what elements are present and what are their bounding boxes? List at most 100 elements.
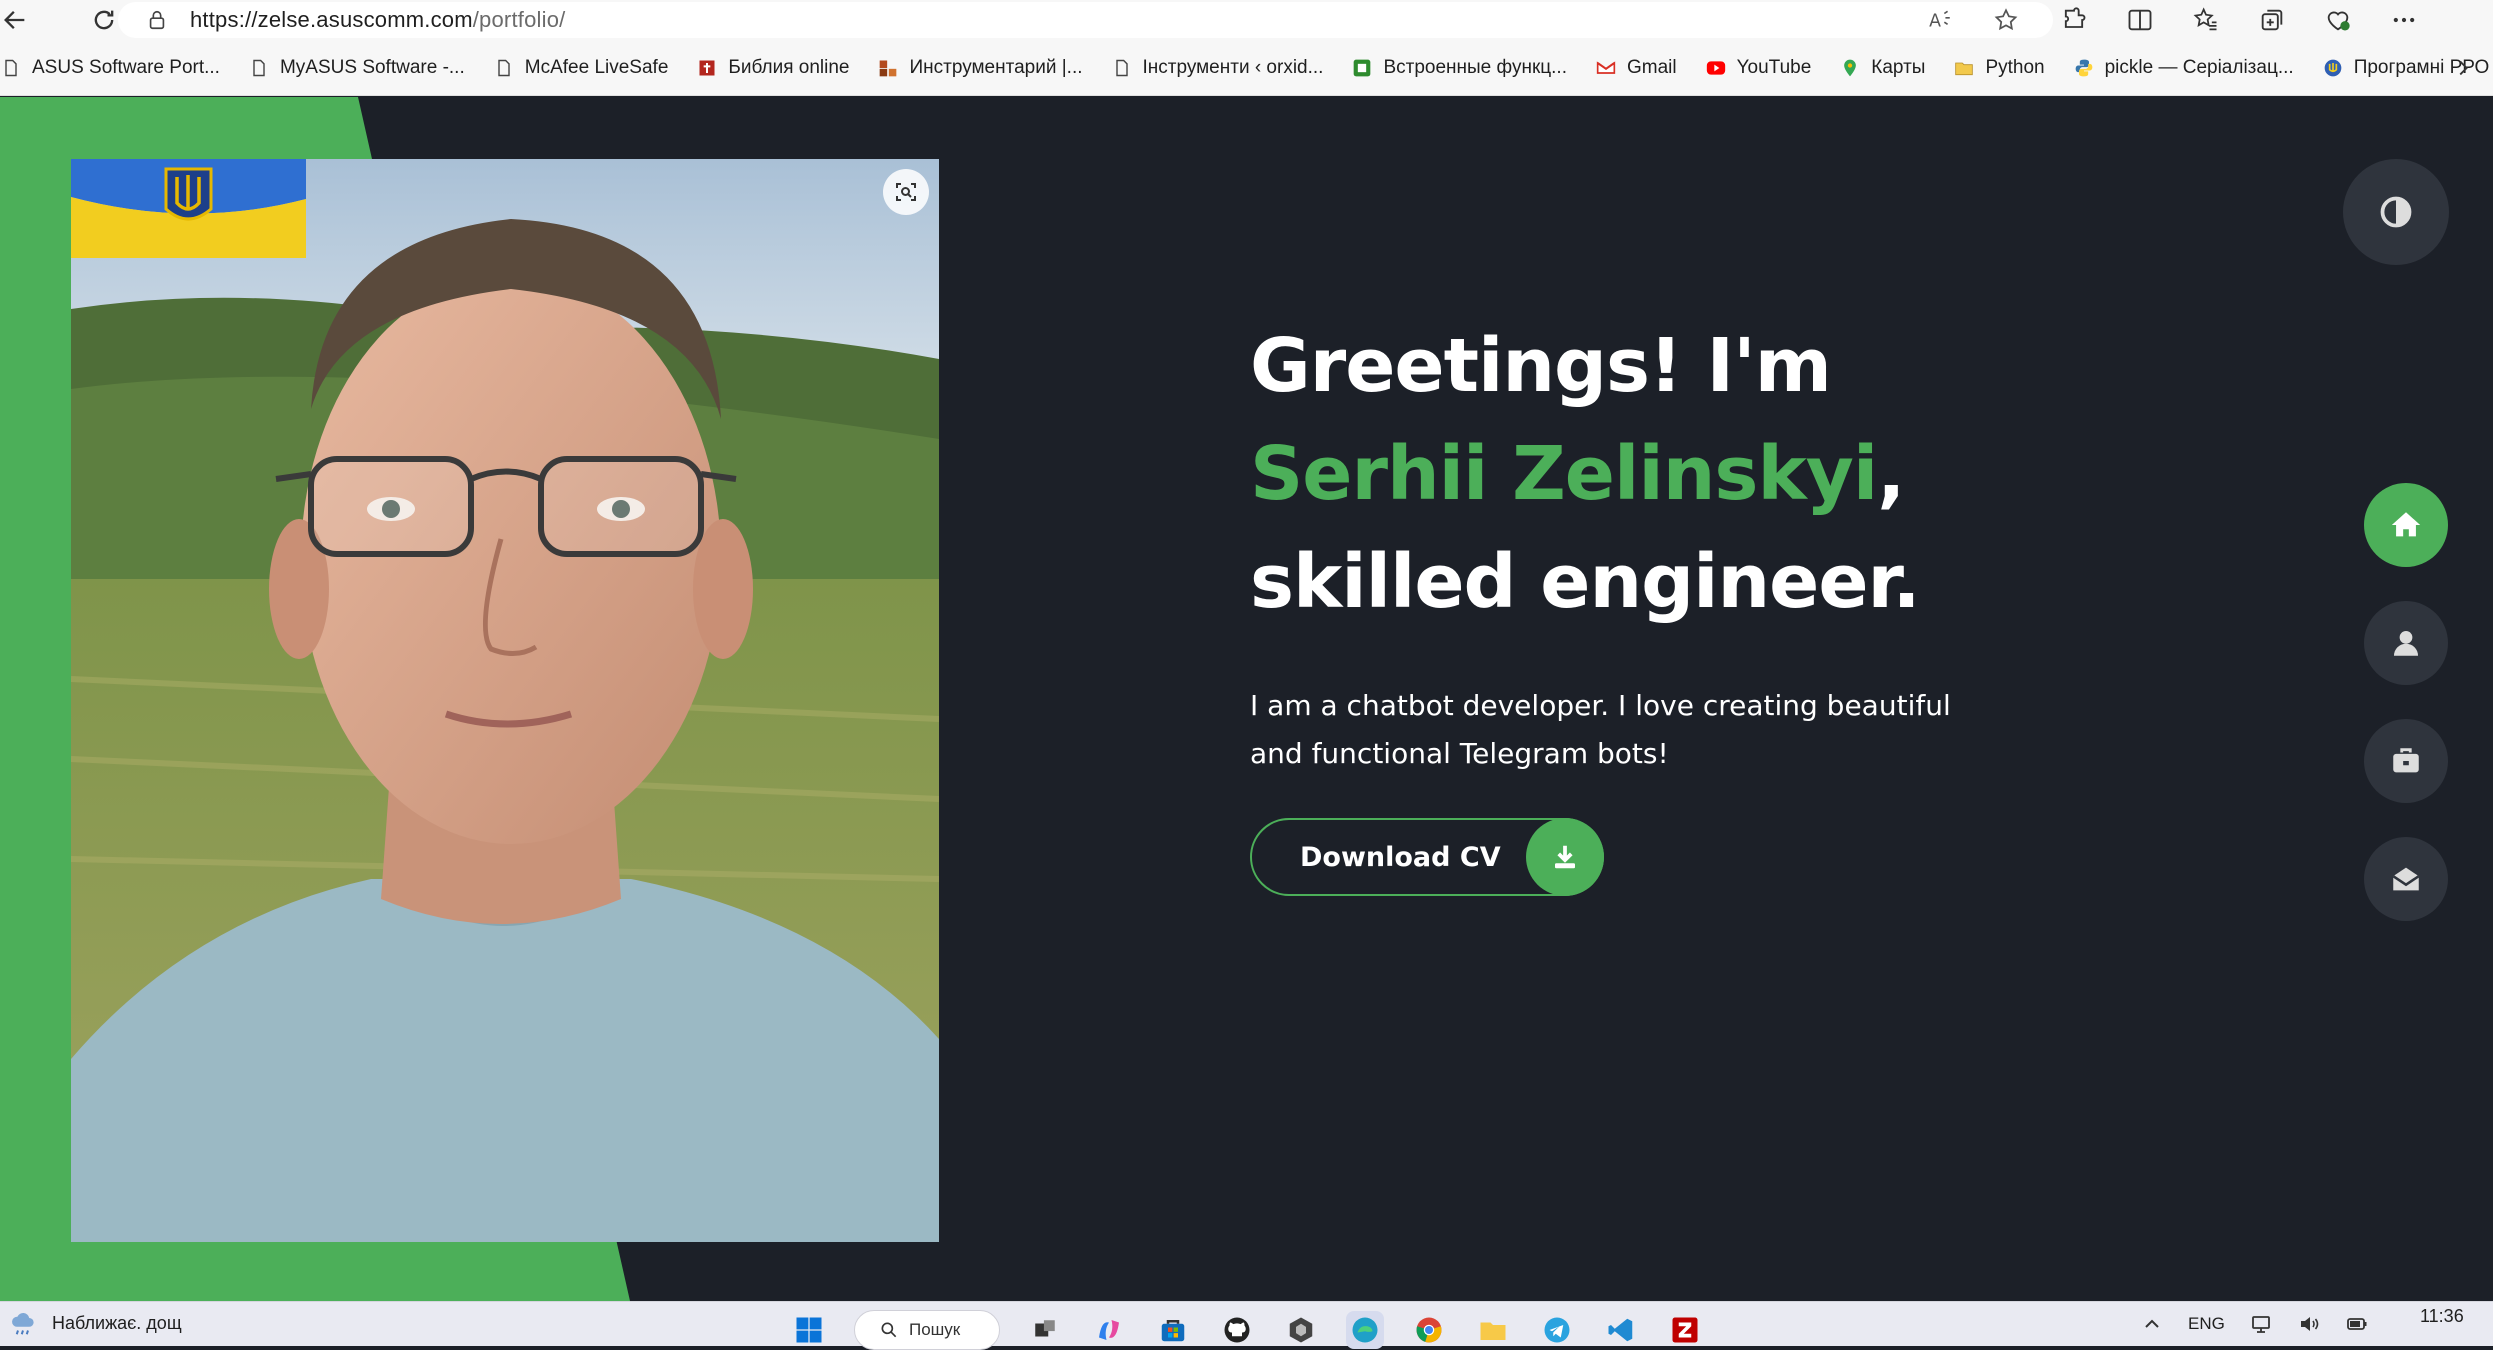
chevron-up-icon[interactable]: [2140, 1312, 2164, 1336]
windows-logo-icon: [796, 1317, 822, 1343]
chrome-button[interactable]: [1410, 1311, 1448, 1349]
contrast-icon: [2380, 196, 2412, 228]
hero-greeting: Greetings! I'm: [1250, 323, 1832, 409]
bookmarks-overflow-button[interactable]: [2443, 48, 2483, 88]
nav-about-button[interactable]: [2364, 601, 2448, 685]
svg-text:A: A: [1929, 12, 1941, 32]
bookmark-item[interactable]: YouTube: [1705, 48, 1824, 88]
more-menu-icon[interactable]: [2390, 6, 2418, 34]
bookmark-item[interactable]: Карты: [1839, 48, 1937, 88]
visual-search-icon: [896, 183, 916, 201]
bookmark-item[interactable]: McAfee LiveSafe: [493, 48, 681, 88]
bookmark-label: Библия online: [728, 56, 850, 78]
portrait-illustration: [71, 159, 939, 1242]
filezilla-button[interactable]: [1666, 1311, 1704, 1349]
task-view-button[interactable]: [1026, 1311, 1064, 1349]
bookmark-label: Инструментарий |...: [909, 56, 1083, 78]
weather-text: Наближає. дощ: [52, 1312, 182, 1333]
bookmark-item[interactable]: Python: [1953, 48, 2056, 88]
bookmark-item[interactable]: Інструменти ‹ orxid...: [1111, 48, 1336, 88]
store-button[interactable]: [1154, 1311, 1192, 1349]
theme-toggle-button[interactable]: [2343, 159, 2449, 265]
download-cv-button[interactable]: Download CV: [1250, 818, 1604, 896]
bookmark-item[interactable]: Инструментарий |...: [877, 48, 1094, 88]
copilot-icon: [1099, 1320, 1119, 1340]
envelope-open-icon: [2392, 867, 2420, 891]
bookmarks-bar: ASUS Software Port... MyASUS Software -..…: [0, 40, 2493, 96]
url-text[interactable]: https://zelse.asuscomm.com/portfolio/: [190, 7, 565, 33]
user-icon: [2393, 630, 2419, 656]
bookmark-label: Карты: [1871, 56, 1926, 78]
hero-name: Serhii Zelinskyi: [1250, 431, 1878, 517]
address-bar[interactable]: https://zelse.asuscomm.com/portfolio/ A: [118, 2, 2053, 38]
page-icon: [248, 57, 270, 79]
browser-toolbar: https://zelse.asuscomm.com/portfolio/ A: [0, 0, 2493, 40]
chrome-icon: [1416, 1317, 1442, 1343]
edge-icon: [1352, 1317, 1378, 1343]
bookmark-item[interactable]: Встроенные функц...: [1351, 48, 1579, 88]
hero-headline: Greetings! I'm Serhii Zelinskyi, skilled…: [1250, 312, 2050, 636]
folder-icon: [1480, 1322, 1506, 1340]
telegram-icon: [1544, 1317, 1570, 1343]
vscode-button[interactable]: [1602, 1311, 1640, 1349]
chevron-right-icon: [2459, 60, 2468, 76]
edge-button[interactable]: [1346, 1311, 1384, 1349]
collections-icon[interactable]: [2258, 6, 2286, 34]
briefcase-icon: [2393, 748, 2419, 773]
reload-icon: [94, 10, 114, 30]
nav-contact-button[interactable]: [2364, 837, 2448, 921]
file-explorer-button[interactable]: [1474, 1311, 1512, 1349]
lock-icon[interactable]: [146, 9, 168, 31]
browser-essentials-icon[interactable]: [2324, 6, 2352, 34]
home-icon: [2391, 512, 2421, 537]
start-button[interactable]: [790, 1311, 828, 1349]
favorite-star-icon[interactable]: [1993, 7, 2019, 33]
maps-icon: [1839, 57, 1861, 79]
split-screen-icon[interactable]: [2126, 6, 2154, 34]
weather-widget[interactable]: Наближає. дощ: [8, 1308, 182, 1338]
copilot-button[interactable]: [1090, 1311, 1128, 1349]
page-icon: [493, 57, 515, 79]
bible-icon: [696, 57, 718, 79]
bookmark-item[interactable]: MyASUS Software -...: [248, 48, 477, 88]
visual-search-button[interactable]: [883, 169, 929, 215]
bookmark-label: Інструменти ‹ orxid...: [1142, 56, 1324, 78]
bookmark-item[interactable]: pickle — Серіалізац...: [2073, 48, 2306, 88]
vscode-icon: [1608, 1318, 1633, 1342]
bookmark-label: ASUS Software Port...: [32, 56, 220, 78]
gmail-icon: [1595, 57, 1617, 79]
telegram-button[interactable]: [1538, 1311, 1576, 1349]
bookmark-label: MyASUS Software -...: [279, 56, 465, 78]
favorites-icon[interactable]: [2192, 6, 2220, 34]
bookmark-label: Встроенные функц...: [1383, 56, 1567, 78]
battery-icon[interactable]: [2345, 1312, 2369, 1336]
bookmark-item[interactable]: Библия online: [696, 48, 861, 88]
trident-icon: [2322, 57, 2344, 79]
url-path: /portfolio/: [472, 7, 566, 32]
green-square-icon: [1351, 57, 1373, 79]
nav-home-button[interactable]: [2364, 483, 2448, 567]
app-hexagon-button[interactable]: [1282, 1311, 1320, 1349]
bookmark-item[interactable]: ASUS Software Port...: [0, 48, 232, 88]
download-icon: [1526, 818, 1604, 896]
bookmark-label: YouTube: [1736, 56, 1812, 78]
hexagon-app-icon: [1289, 1317, 1313, 1343]
network-icon[interactable]: [2249, 1312, 2273, 1336]
extensions-icon[interactable]: [2060, 6, 2088, 34]
windows-taskbar: Наближає. дощ Пошук ENG 11:36: [0, 1301, 2493, 1350]
github-button[interactable]: [1218, 1311, 1256, 1349]
taskbar-clock[interactable]: 11:36: [2420, 1306, 2464, 1327]
hero-section: Greetings! I'm Serhii Zelinskyi, skilled…: [1250, 312, 2050, 896]
bookmark-label: Python: [1985, 56, 2045, 78]
nav-portfolio-button[interactable]: [2364, 719, 2448, 803]
read-aloud-icon[interactable]: A: [1927, 7, 1953, 33]
taskbar-search[interactable]: Пошук: [854, 1310, 1000, 1350]
back-button[interactable]: [0, 0, 30, 40]
bookmark-item[interactable]: Gmail: [1595, 48, 1689, 88]
page-icon: [0, 57, 22, 79]
filezilla-icon: [1672, 1317, 1698, 1343]
volume-icon[interactable]: [2297, 1312, 2321, 1336]
language-indicator[interactable]: ENG: [2188, 1314, 2225, 1334]
python-icon: [2073, 57, 2095, 79]
taskbar-search-label: Пошук: [909, 1320, 961, 1339]
